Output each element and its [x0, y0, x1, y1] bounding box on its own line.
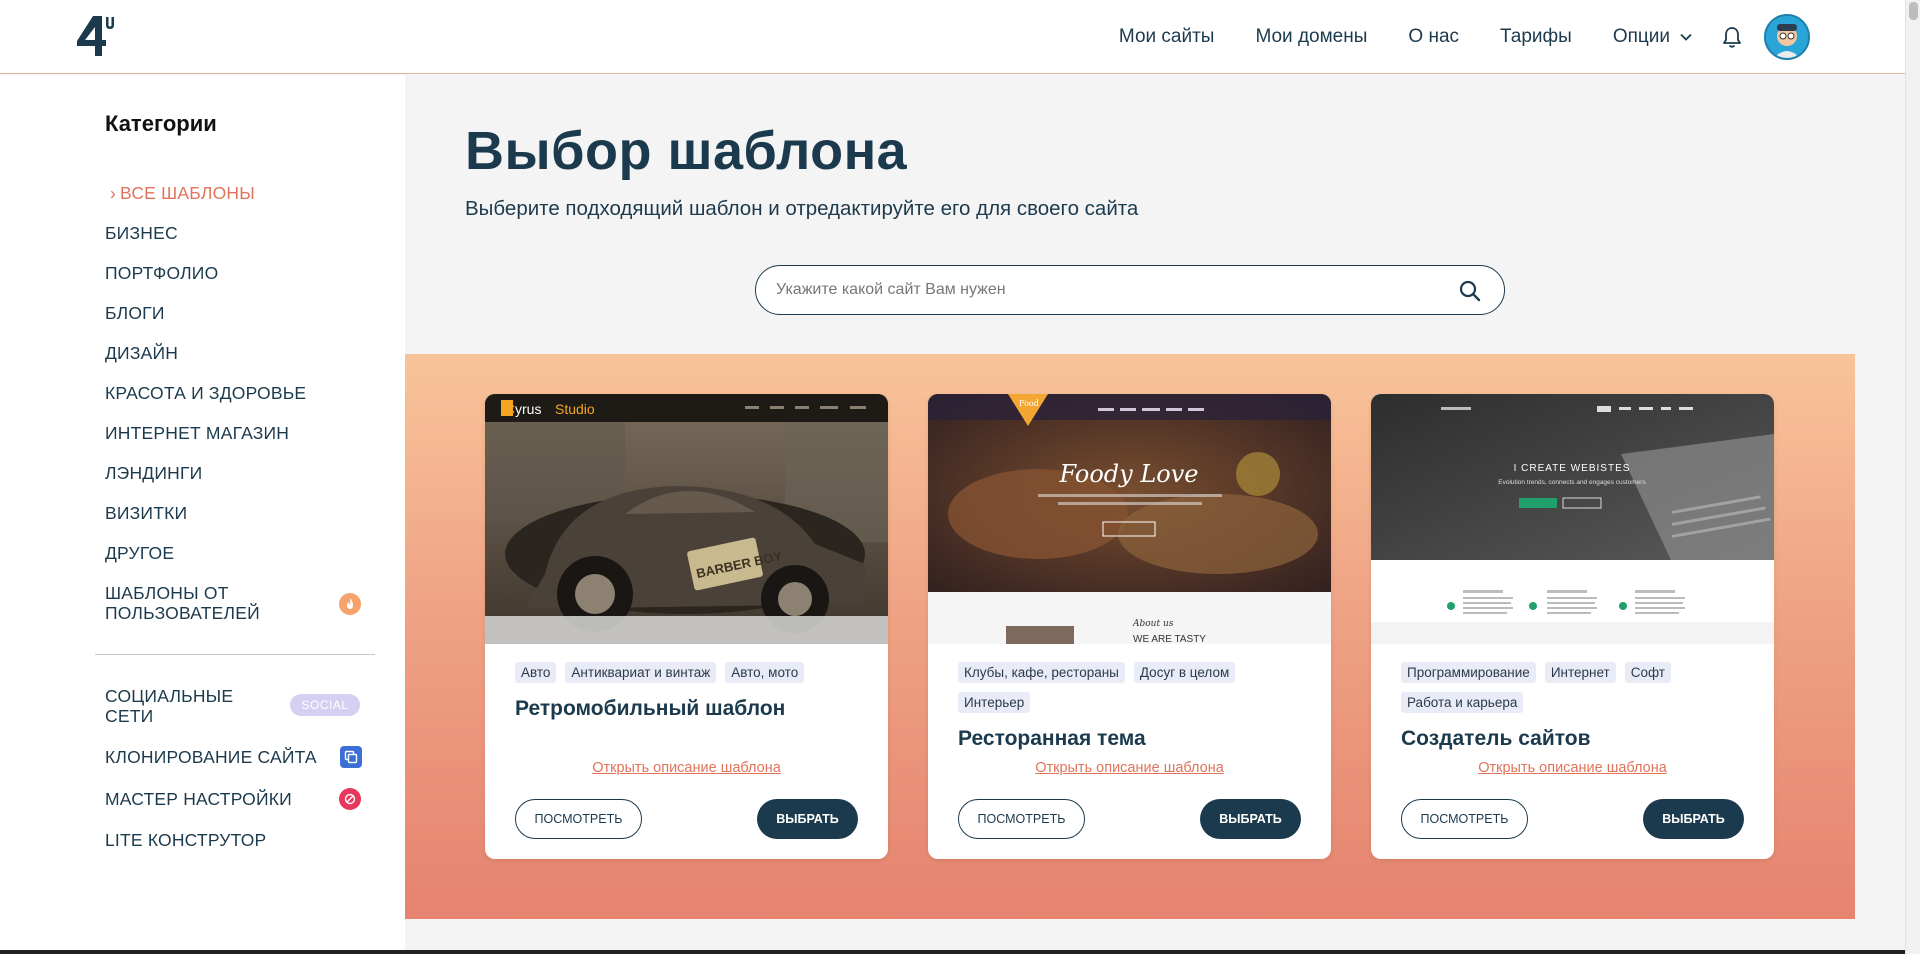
nav-options-label: Опции — [1612, 25, 1670, 47]
nav-my-sites[interactable]: Мои сайты — [1119, 26, 1215, 48]
template-preview-image: Food Foody Love About us WE ARE TASTY — [928, 394, 1331, 644]
view-button[interactable]: ПОСМОТРЕТЬ — [958, 799, 1085, 839]
sidebar-item-online-shop[interactable]: ИНТЕРНЕТ МАГАЗИН — [105, 423, 289, 443]
template-title: Ресторанная тема — [958, 727, 1146, 750]
sidebar-item-setup-wizard[interactable]: МАСТЕР НАСТРОЙКИ — [105, 789, 292, 809]
sidebar-item-user-templates[interactable]: ШАБЛОНЫ ОТ ПОЛЬЗОВАТЕЛЕЙ — [105, 583, 260, 623]
logo[interactable] — [73, 14, 119, 58]
open-description-link[interactable]: Открыть описание шаблона — [485, 760, 888, 776]
copy-icon — [340, 746, 362, 768]
tag-list: Программирование Интернет Софт Работа и … — [1401, 662, 1751, 722]
tag[interactable]: Антиквариат и винтаж — [565, 662, 717, 683]
nav-pricing[interactable]: Тарифы — [1500, 26, 1572, 48]
chevron-right-icon: › — [110, 183, 117, 203]
preview-brand: yrus — [515, 401, 541, 417]
template-preview[interactable]: Food Foody Love About us WE ARE TASTY — [928, 394, 1331, 644]
tag[interactable]: Программирование — [1401, 662, 1536, 683]
sidebar-item-social[interactable]: СОЦИАЛЬНЫЕ СЕТИ — [105, 686, 233, 726]
page-subtitle: Выберите подходящий шаблон и отредактиру… — [465, 197, 1139, 220]
preview-food-badge: Food — [1019, 399, 1039, 408]
template-preview[interactable]: C yrus Studio BARBER BOY — [485, 394, 888, 644]
nav-my-domains[interactable]: Мои домены — [1255, 26, 1367, 48]
fire-icon — [339, 593, 361, 615]
sidebar-item-design[interactable]: ДИЗАЙН — [105, 343, 178, 363]
template-title: Ретромобильный шаблон — [515, 697, 786, 720]
template-preview-image: C yrus Studio BARBER BOY — [485, 394, 888, 644]
search-box — [755, 265, 1505, 315]
page-title: Выбор шаблона — [465, 121, 908, 181]
sidebar-item-label-line1: СОЦИАЛЬНЫЕ — [105, 686, 234, 706]
preview-sub: Evolution trends, connects and engages c… — [1498, 479, 1646, 486]
template-preview[interactable]: I CREATE WEBISTES Evolution trends, conn… — [1371, 394, 1774, 644]
template-card[interactable]: Food Foody Love About us WE ARE TASTY Кл… — [928, 394, 1331, 859]
sidebar-item-label-line2: СЕТИ — [105, 706, 154, 726]
main-nav: Мои сайты Мои домены О нас Тарифы Опции — [1078, 0, 1810, 73]
search-icon[interactable] — [1458, 279, 1482, 303]
tag-list: Клубы, кафе, рестораны Досуг в целом Инт… — [958, 662, 1308, 722]
preview-brand-accent: Studio — [555, 401, 595, 417]
tag[interactable]: Софт — [1624, 662, 1671, 683]
search-input[interactable] — [776, 278, 1436, 302]
categories-sidebar: Категории › ВСЕ ШАБЛОНЫ БИЗНЕС ПОРТФОЛИО … — [0, 75, 405, 954]
scrollbar-thumb[interactable] — [1909, 2, 1918, 20]
bell-icon[interactable] — [1721, 25, 1743, 49]
sidebar-item-other[interactable]: ДРУГОЕ — [105, 543, 174, 563]
sidebar-heading: Категории — [105, 111, 217, 136]
template-card[interactable]: C yrus Studio BARBER BOY Авто Антиквариа… — [485, 394, 888, 859]
nav-about[interactable]: О нас — [1408, 26, 1459, 48]
sidebar-item-label-line2: ПОЛЬЗОВАТЕЛЕЙ — [105, 603, 260, 623]
tag[interactable]: Работа и карьера — [1401, 692, 1524, 713]
preview-about: About us — [1132, 619, 1174, 629]
bottom-edge — [0, 950, 1905, 954]
preview-hero: I CREATE WEBISTES — [1514, 463, 1631, 474]
preview-tasty: WE ARE TASTY — [1133, 634, 1206, 644]
open-description-link[interactable]: Открыть описание шаблона — [928, 760, 1331, 776]
sidebar-item-clone-site[interactable]: КЛОНИРОВАНИЕ САЙТА — [105, 747, 317, 767]
view-button[interactable]: ПОСМОТРЕТЬ — [1401, 799, 1528, 839]
view-button[interactable]: ПОСМОТРЕТЬ — [515, 799, 642, 839]
tag[interactable]: Авто, мото — [725, 662, 805, 683]
sidebar-item-lite-builder[interactable]: LITE КОНСТРУТОР — [105, 830, 266, 850]
template-title: Создатель сайтов — [1401, 727, 1591, 750]
template-preview-image: I CREATE WEBISTES Evolution trends, conn… — [1371, 394, 1774, 644]
sidebar-item-label: ВСЕ ШАБЛОНЫ — [120, 183, 255, 203]
tag[interactable]: Авто — [515, 662, 557, 683]
sidebar-item-landings[interactable]: ЛЭНДИНГИ — [105, 463, 202, 483]
tag[interactable]: Интернет — [1544, 662, 1616, 683]
sidebar-item-blogs[interactable]: БЛОГИ — [105, 303, 165, 323]
preview-brand-first: C — [505, 401, 515, 417]
page-scrollbar[interactable] — [1905, 0, 1920, 954]
sidebar-item-label-line1: ШАБЛОНЫ ОТ — [105, 583, 229, 603]
chevron-down-icon — [1680, 33, 1692, 41]
sidebar-item-portfolio[interactable]: ПОРТФОЛИО — [105, 263, 218, 283]
avatar[interactable] — [1764, 13, 1810, 60]
social-badge: SOCIAL — [290, 694, 360, 716]
sidebar-item-business-cards[interactable]: ВИЗИТКИ — [105, 503, 187, 523]
choose-button[interactable]: ВЫБРАТЬ — [1643, 799, 1744, 839]
sidebar-item-beauty-health[interactable]: КРАСОТА И ЗДОРОВЬЕ — [105, 383, 306, 403]
nav-options[interactable]: Опции — [1613, 26, 1693, 48]
tag-list: Авто Антиквариат и винтаж Авто, мото — [515, 662, 865, 692]
sidebar-item-business[interactable]: БИЗНЕС — [105, 223, 178, 243]
wizard-icon — [339, 788, 361, 810]
open-description-link[interactable]: Открыть описание шаблона — [1371, 760, 1774, 776]
template-card[interactable]: I CREATE WEBISTES Evolution trends, conn… — [1371, 394, 1774, 859]
preview-hero: Foody Love — [1059, 460, 1199, 488]
tag[interactable]: Клубы, кафе, рестораны — [958, 662, 1125, 683]
choose-button[interactable]: ВЫБРАТЬ — [1200, 799, 1301, 839]
top-header: Мои сайты Мои домены О нас Тарифы Опции — [0, 0, 1905, 74]
choose-button[interactable]: ВЫБРАТЬ — [757, 799, 858, 839]
tag[interactable]: Интерьер — [958, 692, 1031, 713]
tag[interactable]: Досуг в целом — [1133, 662, 1236, 683]
sidebar-divider — [95, 654, 375, 655]
avatar-image — [1766, 15, 1808, 58]
sidebar-item-all-templates[interactable]: › ВСЕ ШАБЛОНЫ — [110, 183, 255, 203]
